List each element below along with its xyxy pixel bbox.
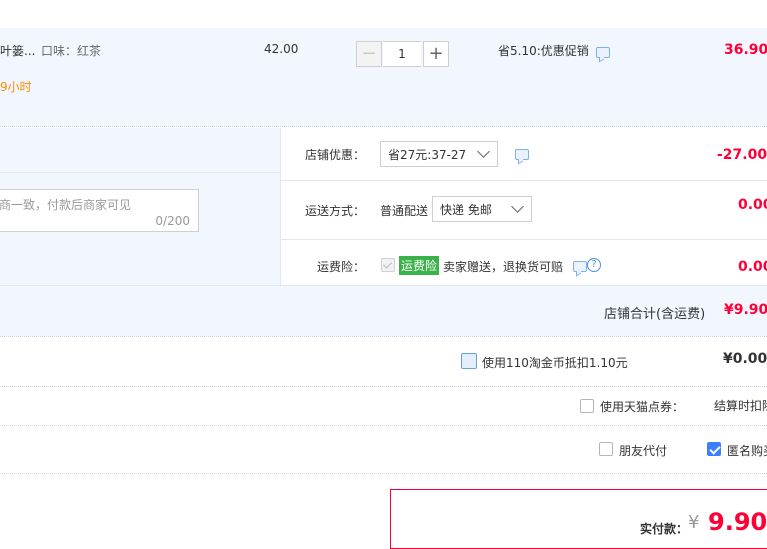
item-title-fragment[interactable]: 叶篓...	[0, 42, 35, 59]
friend-pay-label: 朋友代付	[619, 444, 668, 458]
buyer-message-placeholder: 商一致，付款后商家可见	[0, 198, 132, 212]
coins-checkbox[interactable]	[461, 353, 477, 369]
chevron-down-icon	[511, 200, 524, 213]
payment-amount: 9.90	[708, 508, 767, 536]
options-divider	[0, 473, 767, 474]
shop-left-divider	[0, 172, 280, 173]
quantity-input[interactable]: 1	[383, 41, 421, 67]
shop-discount-amount: -27.00	[717, 147, 767, 163]
item-promo: 省5.10:优惠促销	[498, 44, 589, 58]
buyer-message-input[interactable]: 商一致，付款后商家可见 0/200	[0, 189, 199, 232]
insurance-amount: 0.00	[738, 259, 767, 275]
payment-label: 实付款：	[640, 522, 689, 536]
coins-amount: ¥0.00	[723, 351, 767, 367]
insurance-message-icon[interactable]	[573, 261, 587, 272]
plus-icon: +	[428, 43, 444, 64]
points-divider	[0, 425, 767, 426]
coins-label: 使用110淘金币抵扣1.10元	[482, 356, 628, 370]
insurance-text: 卖家赠送，退换货可赔	[443, 260, 564, 274]
minus-icon: −	[361, 43, 377, 64]
tmall-points-checkbox[interactable]	[580, 399, 594, 413]
shipping-select-value: 快递 免邮	[440, 202, 492, 217]
shop-vertical-divider	[280, 128, 281, 285]
shipping-select[interactable]: 快递 免邮	[432, 196, 532, 222]
discount-message-icon[interactable]	[515, 149, 529, 160]
insurance-checkbox[interactable]	[381, 258, 395, 272]
quantity-plus-button[interactable]: +	[423, 41, 449, 67]
item-divider	[0, 126, 767, 127]
chevron-down-icon	[477, 145, 490, 158]
check-icon	[709, 443, 721, 455]
insurance-label: 运费险：	[317, 260, 366, 274]
coins-divider	[0, 386, 767, 387]
shop-discount-value: 省27元:37-27	[388, 147, 467, 162]
shipping-label: 运送方式：	[305, 204, 366, 218]
shipping-method: 普通配送	[380, 204, 429, 218]
promo-message-icon[interactable]	[596, 47, 610, 58]
anonymous-label: 匿名购买	[727, 444, 767, 458]
item-subtotal: 36.90	[724, 42, 767, 58]
shop-total-amount: ¥9.90	[724, 302, 767, 318]
quantity-minus-button[interactable]: −	[356, 41, 382, 67]
shop-row-divider-1	[281, 180, 767, 181]
shipping-amount: 0.00	[738, 197, 767, 213]
tmall-points-label: 使用天猫点券：	[600, 400, 685, 414]
item-time-fragment: 9小时	[0, 80, 32, 94]
shop-row-divider-2	[281, 239, 767, 240]
item-attribute: 口味：红茶	[41, 44, 102, 58]
insurance-badge: 运费险	[399, 256, 440, 275]
check-icon	[382, 259, 393, 269]
friend-pay-checkbox[interactable]	[599, 442, 613, 456]
shop-total-divider	[0, 336, 767, 337]
tmall-points-note: 结算时扣除	[714, 399, 767, 413]
item-price: 42.00	[264, 42, 299, 56]
payment-currency: ¥	[688, 512, 700, 533]
shop-total-label: 店铺合计(含运费)	[604, 307, 706, 322]
buyer-message-counter: 0/200	[155, 214, 190, 228]
shop-discount-select[interactable]: 省27元:37-27	[380, 141, 498, 167]
shop-discount-label: 店铺优惠：	[305, 148, 366, 162]
help-icon[interactable]: ?	[587, 258, 601, 272]
anonymous-checkbox[interactable]	[707, 442, 721, 456]
